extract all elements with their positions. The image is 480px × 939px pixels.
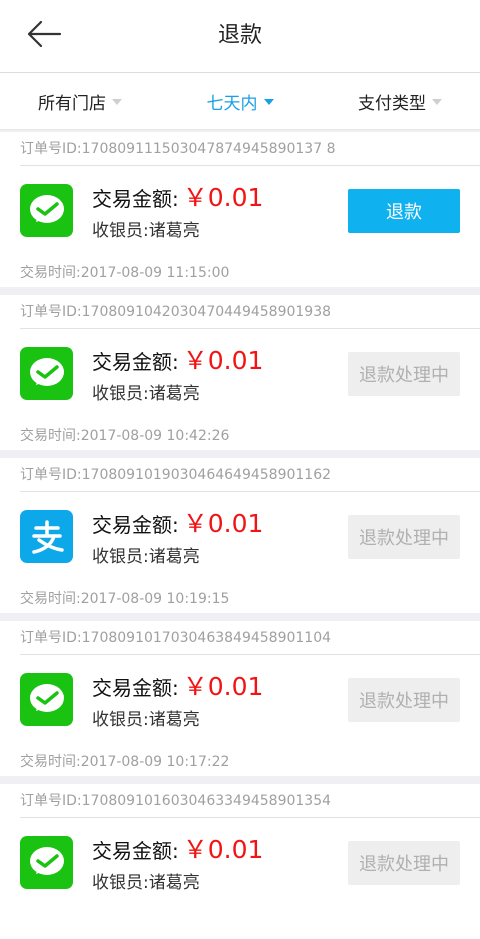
order-id: 订单号ID:1708091019030464649458901162 xyxy=(20,467,332,483)
page-title: 退款 xyxy=(217,23,262,48)
divider xyxy=(20,491,480,492)
amount-value: ￥0.01 xyxy=(182,509,264,538)
amount-value: ￥0.01 xyxy=(182,183,264,212)
transaction-time: 交易时间:2017-08-09 10:42:26 xyxy=(20,428,230,444)
order-card: 订单号ID:170809111503047874945890137 8 交易金额… xyxy=(0,132,480,287)
amount-line: 交易金额: ￥0.01 xyxy=(92,341,263,377)
filter-pay-type[interactable]: 支付类型 xyxy=(320,73,480,129)
amount-label: 交易金额: xyxy=(92,513,179,537)
wechat-pay-icon xyxy=(20,184,73,237)
amount-line: 交易金额: ￥0.01 xyxy=(92,667,263,703)
divider xyxy=(20,654,480,655)
amount-value: ￥0.01 xyxy=(182,672,264,701)
arrow-left-icon xyxy=(26,20,62,52)
filter-time-range-label: 七天内 xyxy=(206,93,258,114)
amount-line: 交易金额: ￥0.01 xyxy=(92,830,263,866)
transaction-time: 交易时间:2017-08-09 10:19:15 xyxy=(20,591,230,607)
wechat-pay-icon xyxy=(20,347,73,400)
alipay-icon xyxy=(20,510,73,563)
divider xyxy=(20,817,480,818)
refund-button[interactable]: 退款 xyxy=(348,189,460,233)
caret-down-icon xyxy=(263,99,274,105)
order-id: 订单号ID:1708091042030470449458901938 xyxy=(20,304,332,320)
transaction-time: 交易时间:2017-08-09 11:15:00 xyxy=(20,265,230,281)
refund-processing-button[interactable]: 退款处理中 xyxy=(348,352,460,396)
amount-value: ￥0.01 xyxy=(182,346,264,375)
order-id: 订单号ID:1708091017030463849458901104 xyxy=(20,630,332,646)
order-card: 订单号ID:1708091019030464649458901162 交易金额:… xyxy=(0,458,480,613)
caret-down-icon xyxy=(112,99,122,105)
back-button[interactable] xyxy=(22,16,66,56)
order-card: 订单号ID:1708091016030463349458901354 交易金额:… xyxy=(0,784,480,939)
top-bar: 退款 xyxy=(0,0,480,73)
wechat-pay-icon xyxy=(20,836,73,889)
filter-store-label: 所有门店 xyxy=(38,93,106,114)
order-id: 订单号ID:1708091016030463349458901354 xyxy=(20,793,332,809)
order-list: 订单号ID:170809111503047874945890137 8 交易金额… xyxy=(0,132,480,939)
refund-processing-button[interactable]: 退款处理中 xyxy=(348,841,460,885)
cashier: 收银员:诸葛亮 xyxy=(92,873,200,893)
order-card: 订单号ID:1708091042030470449458901938 交易金额:… xyxy=(0,295,480,450)
amount-label: 交易金额: xyxy=(92,676,179,700)
divider xyxy=(20,328,480,329)
refund-processing-button[interactable]: 退款处理中 xyxy=(348,515,460,559)
divider xyxy=(20,165,480,166)
order-id: 订单号ID:170809111503047874945890137 8 xyxy=(20,141,336,157)
order-card: 订单号ID:1708091017030463849458901104 交易金额:… xyxy=(0,621,480,776)
filter-time-range[interactable]: 七天内 xyxy=(160,73,320,129)
cashier: 收银员:诸葛亮 xyxy=(92,710,200,730)
amount-label: 交易金额: xyxy=(92,839,179,863)
cashier: 收银员:诸葛亮 xyxy=(92,384,200,404)
filter-store[interactable]: 所有门店 xyxy=(0,73,160,129)
transaction-time: 交易时间:2017-08-09 10:17:22 xyxy=(20,754,230,770)
filter-bar: 所有门店 七天内 支付类型 xyxy=(0,73,480,130)
amount-line: 交易金额: ￥0.01 xyxy=(92,178,263,214)
filter-pay-type-label: 支付类型 xyxy=(358,93,426,114)
cashier: 收银员:诸葛亮 xyxy=(92,221,200,241)
caret-down-icon xyxy=(432,99,442,105)
amount-value: ￥0.01 xyxy=(182,835,264,864)
amount-line: 交易金额: ￥0.01 xyxy=(92,504,263,540)
wechat-pay-icon xyxy=(20,673,73,726)
refund-processing-button[interactable]: 退款处理中 xyxy=(348,678,460,722)
cashier: 收银员:诸葛亮 xyxy=(92,547,200,567)
amount-label: 交易金额: xyxy=(92,187,179,211)
amount-label: 交易金额: xyxy=(92,350,179,374)
